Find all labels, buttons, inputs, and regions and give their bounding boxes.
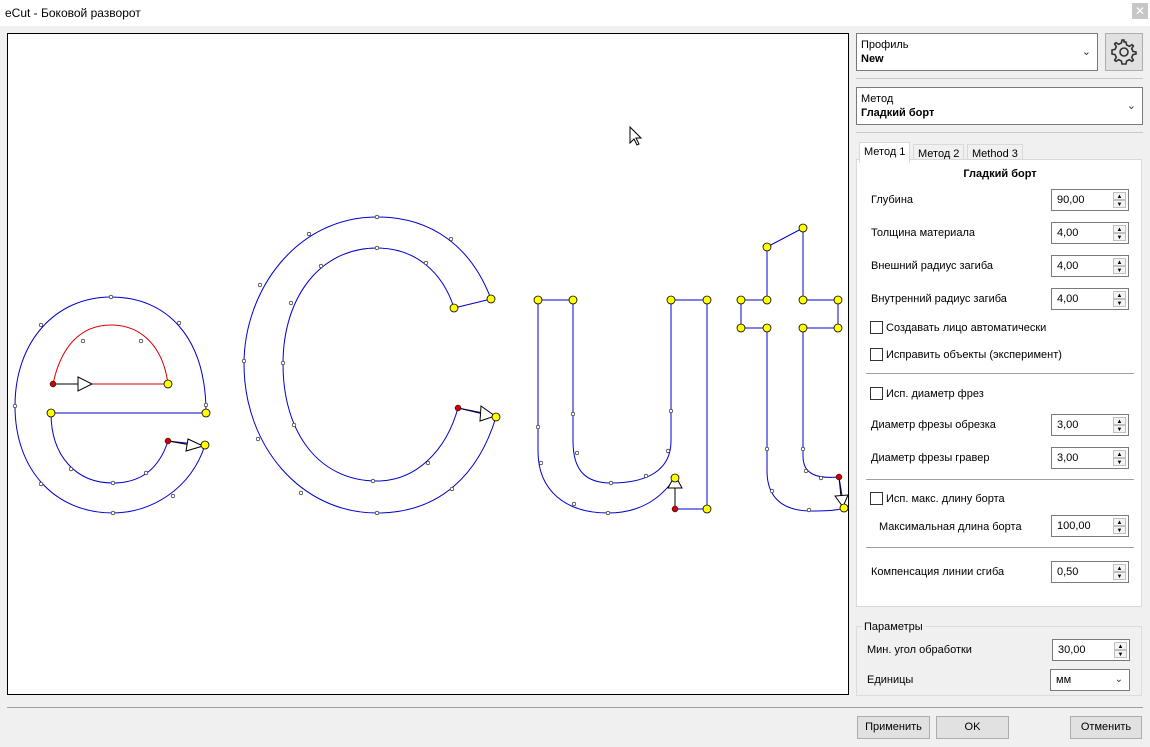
ok-button[interactable]: OK bbox=[936, 716, 1009, 739]
close-icon: ✕ bbox=[1134, 4, 1146, 18]
divider bbox=[7, 707, 1143, 708]
thickness-label: Толщина материала bbox=[871, 227, 975, 239]
spin-down-icon[interactable]: ▼ bbox=[1113, 299, 1126, 307]
divider bbox=[856, 132, 1143, 133]
use-cutter-checkbox[interactable]: Исп. диаметр фрез bbox=[870, 387, 984, 400]
units-select[interactable]: мм ⌄ bbox=[1050, 669, 1130, 691]
depth-value: 90,00 bbox=[1057, 194, 1085, 206]
profile-value: New bbox=[861, 53, 884, 65]
fold-comp-spinner[interactable]: 0,50 ▲ ▼ bbox=[1051, 561, 1129, 583]
use-cutter-label: Исп. диаметр фрез bbox=[886, 388, 984, 400]
use-max-length-label: Исп. макс. длину борта bbox=[886, 493, 1005, 505]
spin-up-icon[interactable]: ▲ bbox=[1113, 291, 1126, 299]
spin-down-icon[interactable]: ▼ bbox=[1113, 458, 1126, 466]
letter-e-inner bbox=[52, 324, 169, 385]
method-label: Метод bbox=[861, 93, 894, 105]
spin-down-icon[interactable]: ▼ bbox=[1113, 572, 1126, 580]
letter-c-outer bbox=[243, 216, 497, 514]
window-title: eCut - Боковой разворот bbox=[5, 6, 141, 20]
tab-label: Метод 1 bbox=[864, 146, 906, 158]
trim-cutter-value: 3,00 bbox=[1057, 419, 1079, 431]
max-length-label: Максимальная длина борта bbox=[879, 521, 1022, 533]
spin-down-icon[interactable]: ▼ bbox=[1113, 425, 1126, 433]
fold-comp-label: Компенсация линии сгиба bbox=[871, 566, 1005, 578]
thickness-spinner[interactable]: 4,00 ▲ ▼ bbox=[1051, 222, 1129, 244]
thickness-value: 4,00 bbox=[1057, 227, 1079, 239]
checkbox-box[interactable] bbox=[870, 387, 883, 400]
fix-objects-label: Исправить объекты (эксперимент) bbox=[886, 349, 1062, 361]
close-button[interactable]: ✕ bbox=[1132, 3, 1148, 19]
spin-down-icon[interactable]: ▼ bbox=[1113, 266, 1126, 274]
chevron-down-icon: ⌄ bbox=[1114, 674, 1123, 685]
trim-cutter-label: Диаметр фрезы обрезка bbox=[871, 419, 996, 431]
min-angle-label: Мин. угол обработки bbox=[867, 644, 972, 656]
spin-up-icon[interactable]: ▲ bbox=[1113, 564, 1126, 572]
spin-up-icon[interactable]: ▲ bbox=[1113, 258, 1126, 266]
depth-spinner[interactable]: 90,00 ▲ ▼ bbox=[1051, 189, 1129, 211]
outer-radius-value: 4,00 bbox=[1057, 260, 1079, 272]
checkbox-box[interactable] bbox=[870, 348, 883, 361]
depth-label: Глубина bbox=[871, 194, 914, 206]
spin-down-icon[interactable]: ▼ bbox=[1114, 650, 1127, 658]
divider bbox=[866, 479, 1134, 480]
mouse-cursor-icon bbox=[629, 125, 643, 146]
settings-button[interactable] bbox=[1105, 33, 1143, 71]
divider bbox=[866, 547, 1134, 548]
checkbox-box[interactable] bbox=[870, 492, 883, 505]
method-combo[interactable]: Метод Гладкий борт ⌄ bbox=[856, 87, 1143, 125]
min-angle-spinner[interactable]: 30,00 ▲ ▼ bbox=[1052, 639, 1130, 661]
preview-canvas[interactable] bbox=[7, 33, 849, 695]
profile-label: Профиль bbox=[861, 39, 909, 51]
spin-up-icon[interactable]: ▲ bbox=[1113, 417, 1126, 425]
spin-up-icon[interactable]: ▲ bbox=[1113, 450, 1126, 458]
divider bbox=[866, 373, 1134, 374]
inner-radius-label: Внутренний радиус загиба bbox=[871, 293, 1007, 305]
trim-cutter-spinner[interactable]: 3,00 ▲ ▼ bbox=[1051, 414, 1129, 436]
gear-icon bbox=[1111, 39, 1137, 65]
divider bbox=[856, 78, 1143, 79]
title-bar: eCut - Боковой разворот ✕ bbox=[0, 0, 1150, 26]
engrave-cutter-label: Диаметр фрезы гравер bbox=[871, 452, 990, 464]
pane-title: Гладкий борт bbox=[963, 168, 1037, 180]
letters-drawing bbox=[12, 125, 848, 516]
letter-e-outer bbox=[14, 296, 207, 514]
chevron-down-icon: ⌄ bbox=[1081, 46, 1091, 58]
checkbox-box[interactable] bbox=[870, 321, 883, 334]
parameters-group-title: Параметры bbox=[862, 621, 925, 633]
spin-up-icon[interactable]: ▲ bbox=[1113, 225, 1126, 233]
chevron-down-icon: ⌄ bbox=[1126, 100, 1136, 112]
tab-method-1[interactable]: Метод 1 bbox=[859, 142, 911, 163]
spin-down-icon[interactable]: ▼ bbox=[1113, 200, 1126, 208]
units-value: мм bbox=[1056, 674, 1072, 686]
auto-face-label: Создавать лицо автоматически bbox=[886, 322, 1047, 334]
spin-up-icon[interactable]: ▲ bbox=[1113, 192, 1126, 200]
auto-face-checkbox[interactable]: Создавать лицо автоматически bbox=[870, 321, 1046, 334]
profile-combo[interactable]: Профиль New ⌄ bbox=[856, 33, 1098, 71]
fold-comp-value: 0,50 bbox=[1057, 566, 1079, 578]
inner-radius-value: 4,00 bbox=[1057, 293, 1079, 305]
letter-u-outer bbox=[537, 299, 708, 514]
outer-radius-spinner[interactable]: 4,00 ▲ ▼ bbox=[1051, 255, 1129, 277]
units-label: Единицы bbox=[867, 674, 914, 686]
use-max-length-checkbox[interactable]: Исп. макс. длину борта bbox=[870, 492, 1005, 505]
spin-down-icon[interactable]: ▼ bbox=[1113, 526, 1126, 534]
outer-radius-label: Внешний радиус загиба bbox=[871, 260, 993, 272]
fix-objects-checkbox[interactable]: Исправить объекты (эксперимент) bbox=[870, 348, 1062, 361]
method-value: Гладкий борт bbox=[861, 107, 935, 119]
max-length-spinner[interactable]: 100,00 ▲ ▼ bbox=[1051, 515, 1129, 537]
spin-up-icon[interactable]: ▲ bbox=[1114, 642, 1127, 650]
apply-button[interactable]: Применить bbox=[857, 716, 930, 739]
letter-t-outer bbox=[740, 227, 845, 512]
engrave-cutter-value: 3,00 bbox=[1057, 452, 1079, 464]
max-length-value: 100,00 bbox=[1057, 520, 1091, 532]
inner-radius-spinner[interactable]: 4,00 ▲ ▼ bbox=[1051, 288, 1129, 310]
engrave-cutter-spinner[interactable]: 3,00 ▲ ▼ bbox=[1051, 447, 1129, 469]
spin-up-icon[interactable]: ▲ bbox=[1113, 518, 1126, 526]
min-angle-value: 30,00 bbox=[1058, 644, 1086, 656]
spin-down-icon[interactable]: ▼ bbox=[1113, 233, 1126, 241]
cancel-button[interactable]: Отменить bbox=[1070, 716, 1142, 739]
